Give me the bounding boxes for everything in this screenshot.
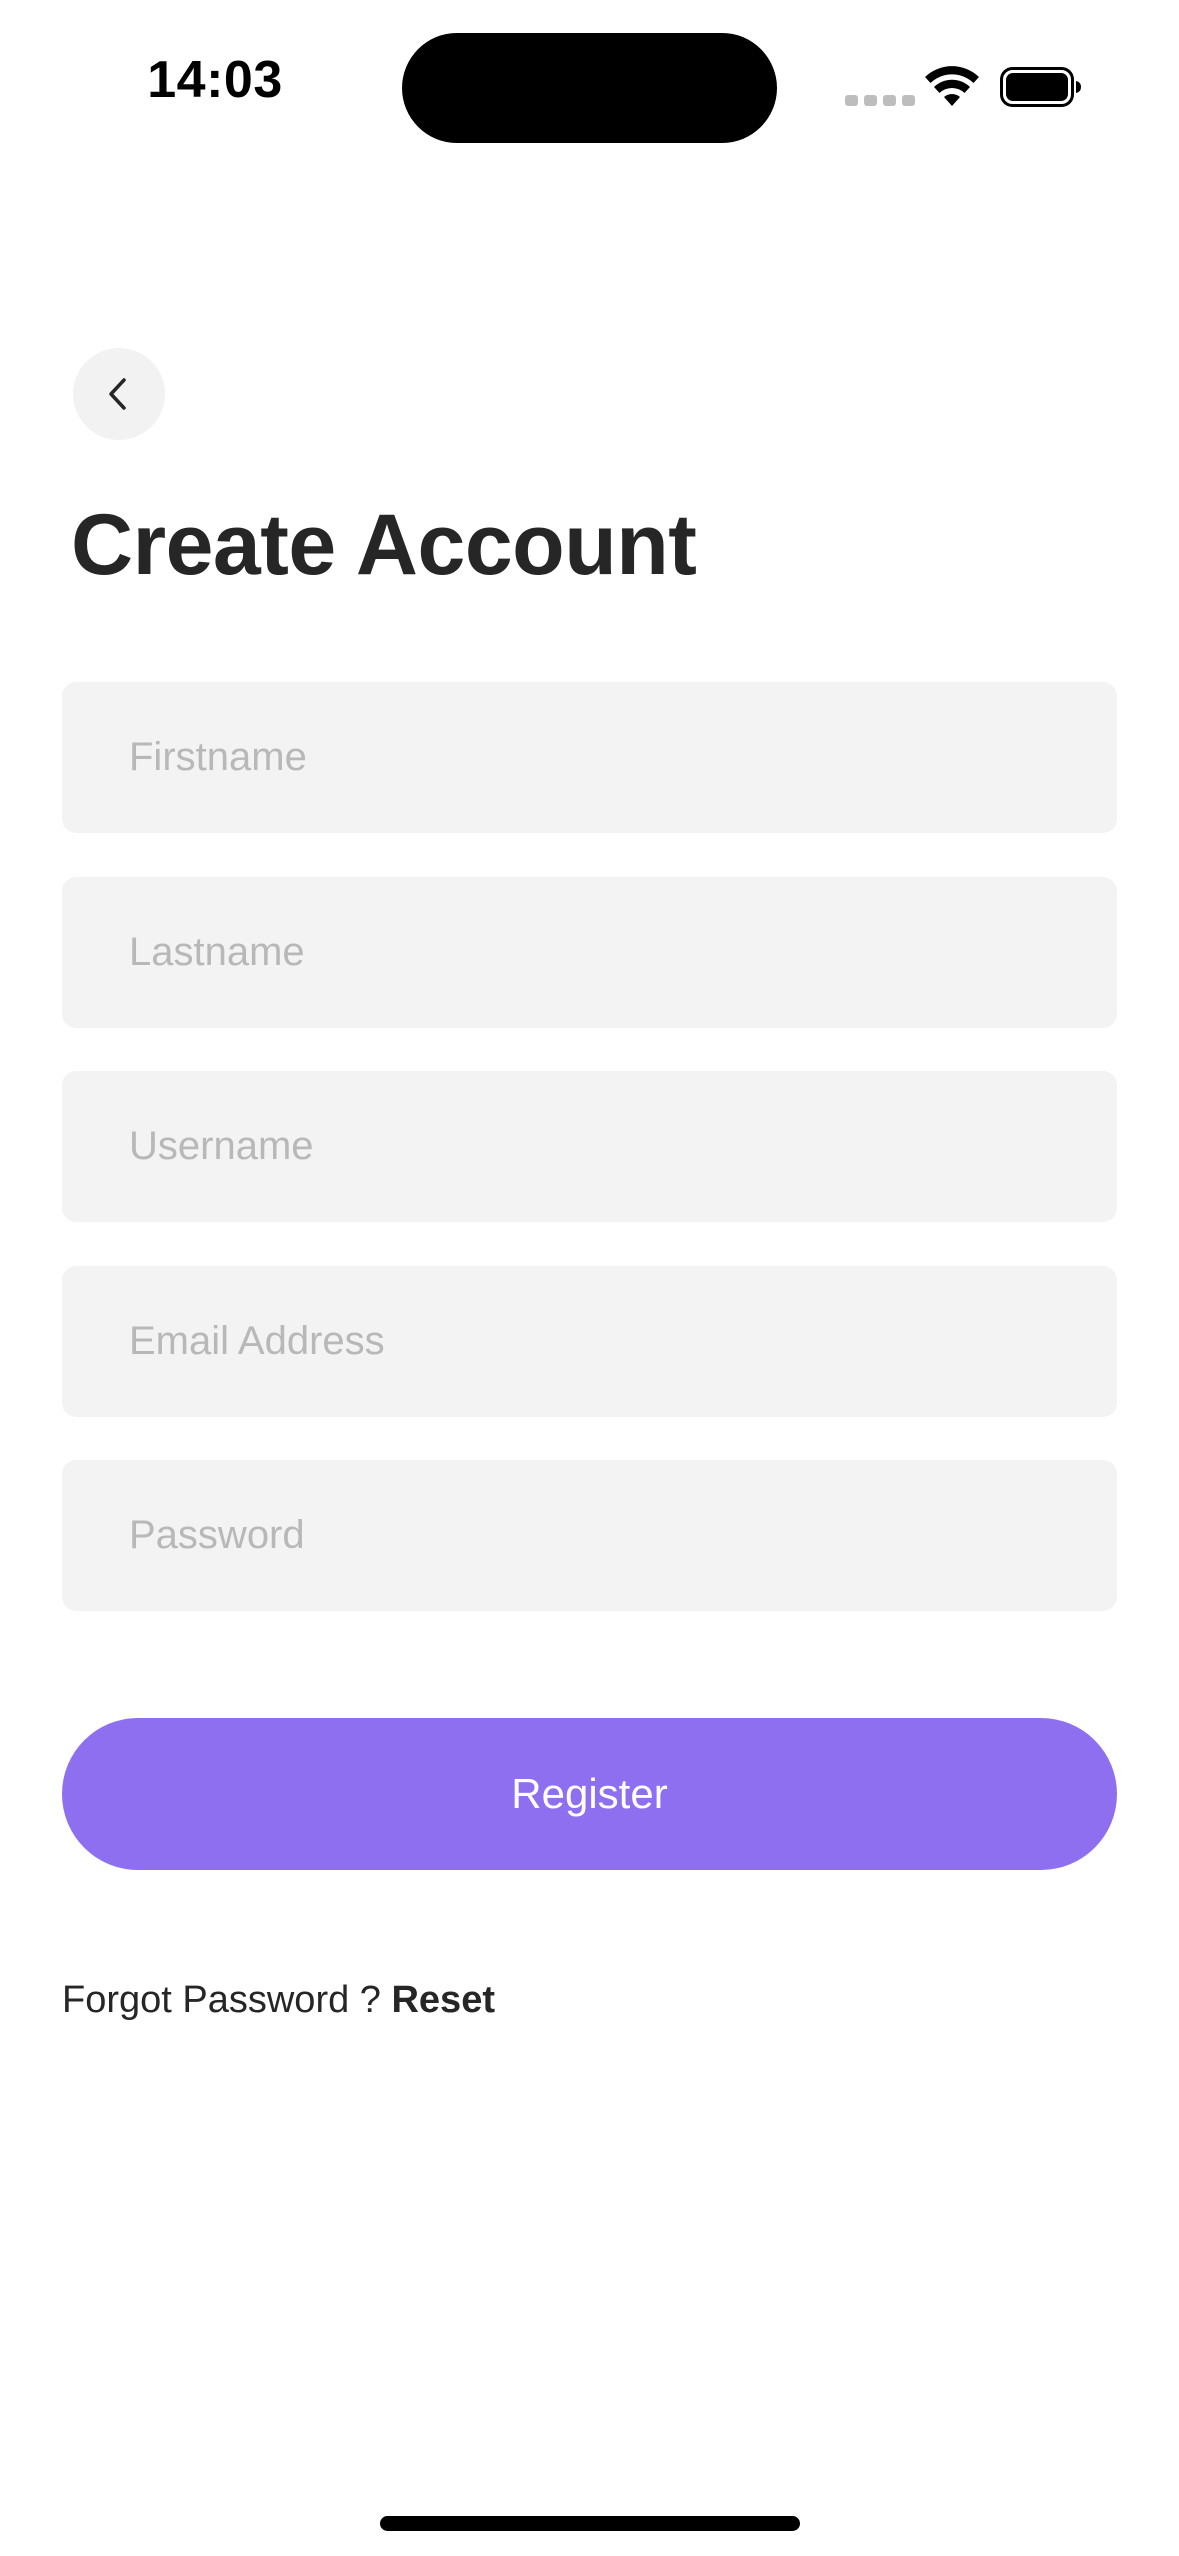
- home-indicator[interactable]: [380, 2516, 800, 2531]
- firstname-field[interactable]: [62, 682, 1117, 833]
- cellular-signal-icon: [845, 95, 915, 106]
- status-time: 14:03: [147, 51, 283, 109]
- chevron-left-icon: [109, 378, 126, 410]
- forgot-password-text: Forgot Password ?: [62, 1979, 392, 2021]
- email-field[interactable]: [62, 1266, 1117, 1417]
- reset-link[interactable]: Reset: [391, 1979, 495, 2021]
- register-button[interactable]: Register: [62, 1718, 1117, 1870]
- status-bar: 14:03: [0, 0, 1179, 180]
- create-account-screen: 14:03 Create Account Register Forgot Pas…: [0, 0, 1179, 2556]
- forgot-password-row: Forgot Password ? Reset: [62, 1975, 495, 2025]
- lastname-field[interactable]: [62, 877, 1117, 1028]
- dynamic-island: [402, 33, 777, 143]
- battery-icon: [1000, 67, 1081, 107]
- back-button[interactable]: [73, 348, 165, 440]
- username-field[interactable]: [62, 1071, 1117, 1222]
- password-field[interactable]: [62, 1460, 1117, 1611]
- wifi-icon: [925, 66, 979, 106]
- page-title: Create Account: [71, 497, 697, 593]
